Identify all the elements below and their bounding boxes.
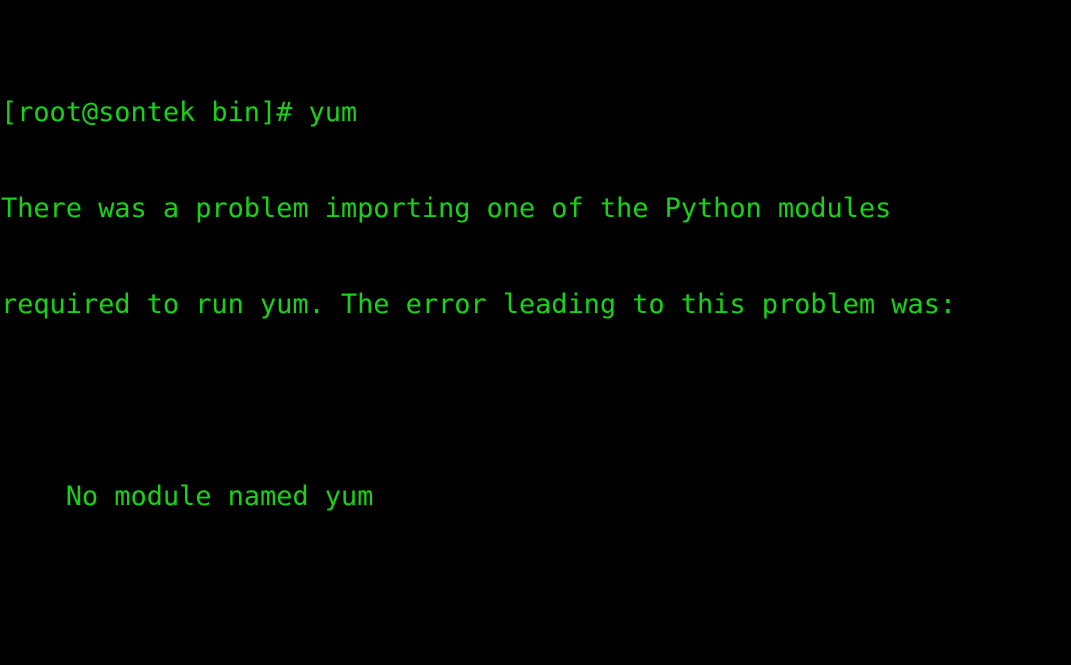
terminal-line-error-2: required to run yum. The error leading t…	[1, 289, 956, 320]
terminal-line-blank-1	[1, 385, 1071, 417]
terminal-line-module-error: No module named yum	[1, 481, 374, 512]
terminal-screen[interactable]: [root@sontek bin]# yum There was a probl…	[0, 0, 1071, 665]
terminal-line-error-1: There was a problem importing one of the…	[1, 193, 892, 224]
terminal-line-command-prompt: [root@sontek bin]# yum	[1, 97, 358, 128]
terminal-line-blank-2	[1, 577, 1071, 609]
